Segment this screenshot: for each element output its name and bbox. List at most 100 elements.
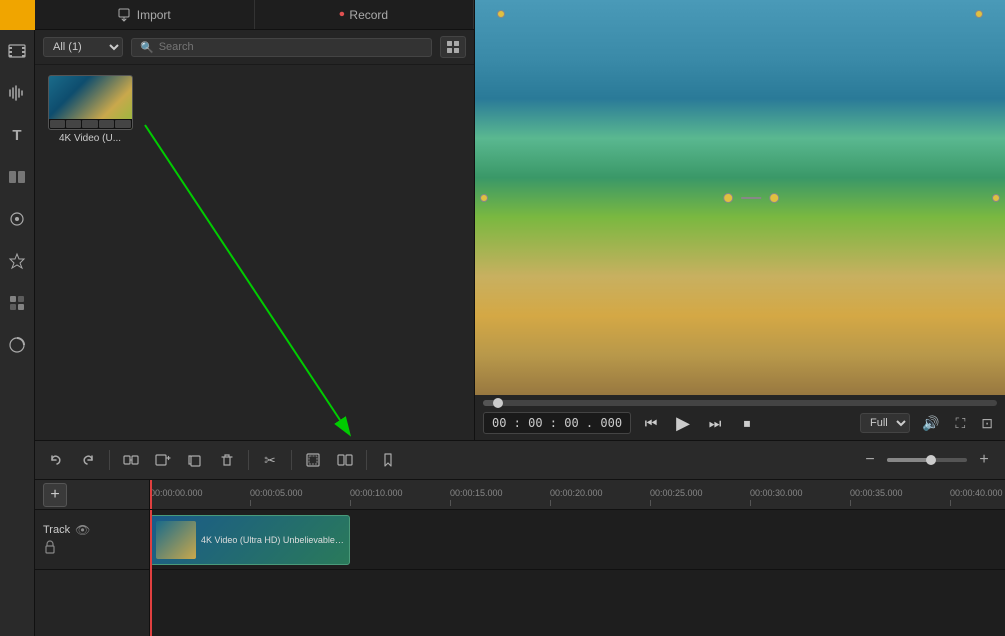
- effects-icon: [8, 210, 26, 228]
- detach-icon: [123, 452, 139, 468]
- ruler-mark-3: 00:00:15.000: [450, 488, 550, 506]
- sidebar-item-audio[interactable]: [0, 72, 35, 114]
- ruler-label-3: 00:00:15.000: [450, 488, 503, 498]
- delete-button[interactable]: [214, 447, 240, 473]
- detach-audio-button[interactable]: [118, 447, 144, 473]
- track-content: 4K Video (Ultra HD) Unbelievable Beauty: [150, 510, 1005, 570]
- ruler-mark-2: 00:00:10.000: [350, 488, 450, 506]
- step-back-button[interactable]: ⏮: [639, 411, 663, 435]
- crop-button[interactable]: [300, 447, 326, 473]
- copy-button[interactable]: [182, 447, 208, 473]
- sidebar-item-effects[interactable]: [0, 198, 35, 240]
- sidebar-item-color[interactable]: [0, 324, 35, 366]
- right-edge-dot: [992, 194, 1000, 202]
- zoom-handle[interactable]: [926, 455, 936, 465]
- search-box: 🔍: [131, 38, 432, 57]
- color-icon: [8, 336, 26, 354]
- split-icon: [337, 452, 353, 468]
- track-lock-button[interactable]: [43, 540, 57, 557]
- center-dot-left[interactable]: [723, 193, 733, 203]
- ruler-label-1: 00:00:05.000: [250, 488, 303, 498]
- progress-handle[interactable]: [493, 398, 503, 408]
- text-icon: T: [12, 127, 21, 144]
- zoom-control: − +: [857, 447, 997, 473]
- add-track-button[interactable]: +: [43, 483, 67, 507]
- filter-bar: All (1) 🔍: [35, 30, 474, 65]
- ruler-tick-6: [750, 500, 751, 506]
- zoom-in-button[interactable]: +: [971, 447, 997, 473]
- undo-icon: [48, 452, 64, 468]
- main-content: Import ⏺ Record All (1) 🔍: [35, 0, 1005, 636]
- media-item[interactable]: 4K Video (U...: [45, 75, 135, 144]
- time-display: 00 : 00 : 00 . 000: [483, 412, 631, 434]
- ruler-mark-4: 00:00:20.000: [550, 488, 650, 506]
- stop-button[interactable]: ⏹: [735, 411, 759, 435]
- playhead[interactable]: [150, 480, 152, 509]
- volume-button[interactable]: 🔊: [918, 413, 943, 434]
- quality-select[interactable]: Full: [860, 413, 910, 433]
- ruler-marks: 00:00:00.000 00:00:05.000 00:00:10.000 0…: [150, 480, 1005, 509]
- grid-view-button[interactable]: [440, 36, 466, 58]
- play-pause-button[interactable]: ▶: [671, 411, 695, 435]
- sidebar-item-stickers[interactable]: [0, 240, 35, 282]
- top-corner-dots: [497, 10, 983, 18]
- ruler-label-7: 00:00:35.000: [850, 488, 903, 498]
- tab-bar: Import ⏺ Record: [35, 0, 474, 30]
- sidebar-item-filters[interactable]: [0, 282, 35, 324]
- ruler-mark-8: 00:00:40.000: [950, 488, 1005, 506]
- record-dot-icon: ⏺: [339, 9, 344, 20]
- crop-icon: [305, 452, 321, 468]
- filter-select[interactable]: All (1): [43, 37, 123, 57]
- split-button[interactable]: [332, 447, 358, 473]
- clip-thumbnail: [156, 521, 196, 559]
- corner-dot-tl[interactable]: [497, 10, 505, 18]
- sidebar-item-text[interactable]: T: [0, 114, 35, 156]
- media-content: 4K Video (U...: [35, 65, 474, 440]
- bookmark-icon: [380, 452, 396, 468]
- ruler-tick-8: [950, 500, 951, 506]
- tab-record[interactable]: ⏺ Record: [255, 0, 475, 29]
- timeline-toolbar: ✂ − +: [35, 440, 1005, 480]
- ruler-label-4: 00:00:20.000: [550, 488, 603, 498]
- sidebar-item-media[interactable]: [0, 30, 35, 72]
- ruler-mark-0: 00:00:00.000: [150, 488, 250, 506]
- zoom-out-button[interactable]: −: [857, 447, 883, 473]
- add-media-button[interactable]: [150, 447, 176, 473]
- filters-icon: [8, 294, 26, 312]
- track-labels: + Track 👁: [35, 480, 150, 636]
- step-forward-button[interactable]: ⏭: [703, 411, 727, 435]
- tab-import-label: Import: [137, 8, 171, 22]
- video-preview: [475, 0, 1005, 395]
- media-thumbnail: [48, 75, 133, 130]
- ruler-mark-1: 00:00:05.000: [250, 488, 350, 506]
- search-input[interactable]: [159, 41, 423, 53]
- tab-import[interactable]: Import: [35, 0, 255, 29]
- media-label: 4K Video (U...: [59, 133, 121, 144]
- toolbar-separator-4: [366, 450, 367, 470]
- undo-button[interactable]: [43, 447, 69, 473]
- preview-panel: 00 : 00 : 00 . 000 ⏮ ▶ ⏭ ⏹ Full 🔊 ⛶ ⊡: [475, 0, 1005, 440]
- toolbar-separator-1: [109, 450, 110, 470]
- progress-bar[interactable]: [483, 400, 997, 406]
- corner-dot-tr[interactable]: [975, 10, 983, 18]
- bookmark-button[interactable]: [375, 447, 401, 473]
- center-dot-right[interactable]: [769, 193, 779, 203]
- track-name: Track: [43, 524, 70, 536]
- layout-button[interactable]: ⊡: [977, 413, 997, 434]
- media-panel: Import ⏺ Record All (1) 🔍: [35, 0, 475, 440]
- scissors-button[interactable]: ✂: [257, 447, 283, 473]
- lock-icon: [43, 540, 57, 554]
- track-header: +: [35, 480, 149, 510]
- zoom-slider[interactable]: [887, 458, 967, 462]
- sidebar-item-transitions[interactable]: [0, 156, 35, 198]
- side-dot-right[interactable]: [992, 194, 1000, 202]
- side-dot-left[interactable]: [480, 194, 488, 202]
- ruler-tick-4: [550, 500, 551, 506]
- redo-button[interactable]: [75, 447, 101, 473]
- fullscreen-button[interactable]: ⛶: [951, 413, 969, 434]
- top-section: Import ⏺ Record All (1) 🔍: [35, 0, 1005, 440]
- ruler-tick-7: [850, 500, 851, 506]
- video-clip[interactable]: 4K Video (Ultra HD) Unbelievable Beauty: [150, 515, 350, 565]
- ruler-label-0: 00:00:00.000: [150, 488, 203, 498]
- track-visibility-button[interactable]: 👁: [75, 523, 90, 537]
